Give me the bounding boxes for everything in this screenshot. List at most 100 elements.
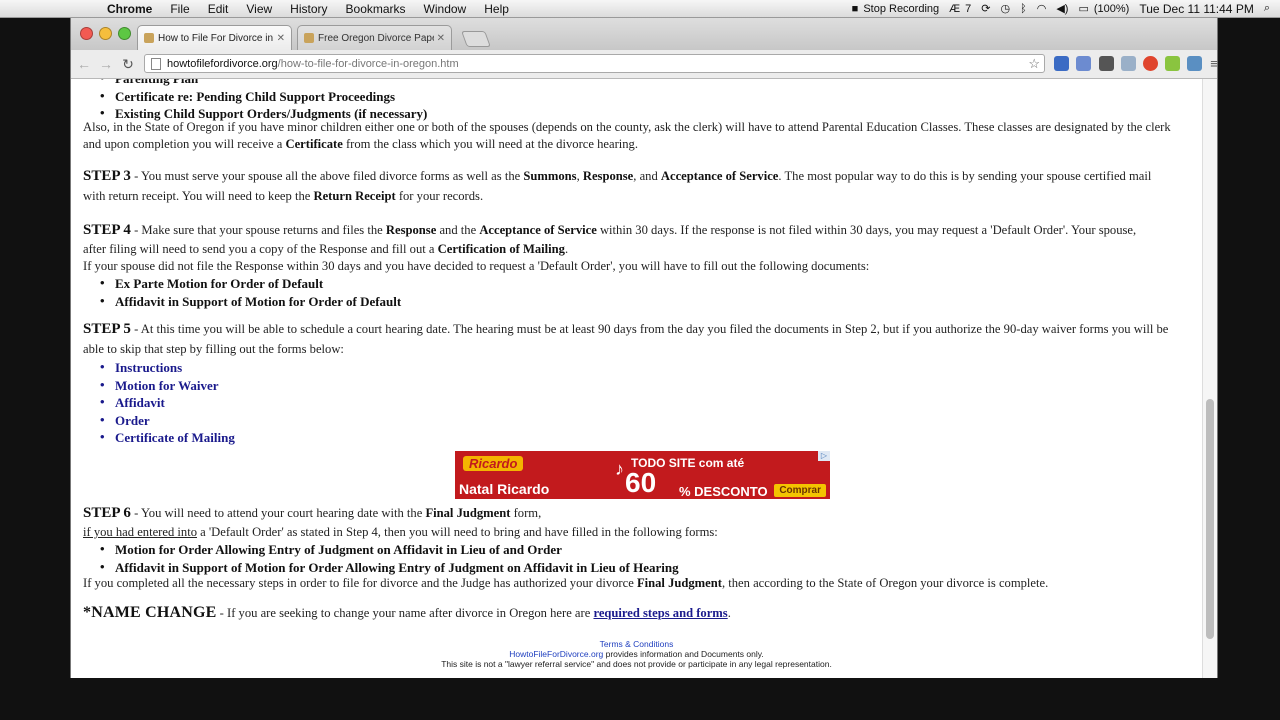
step5-line1: STEP 5 - At this time you will be able t… [83,321,1168,338]
volume-icon[interactable]: ◀) [1051,2,1073,15]
link-instructions[interactable]: Instructions [100,359,235,378]
adchoices-icon[interactable]: ▷ [818,451,830,461]
link-affidavit[interactable]: Affidavit [100,394,235,413]
close-tab-icon[interactable]: ✕ [437,33,445,44]
text: . [564,242,569,256]
menu-history[interactable]: History [281,2,336,16]
window-controls [80,27,131,40]
link-certificate-of-mailing[interactable]: Certificate of Mailing [100,429,235,448]
browser-toolbar: ← → ↻ howtofilefordivorce.org/how-to-fil… [71,50,1218,79]
status-counter[interactable]: 7 [965,3,976,15]
text: If you completed all the necessary steps… [83,576,637,590]
text-underlined: if you had entered into [83,525,198,539]
tab-title: How to File For Divorce in Or [158,32,274,44]
chrome-menu-icon[interactable]: ≡ [1205,56,1223,71]
url-domain: howtofilefordivorce.org [167,57,278,70]
ad-natal-text: Natal Ricardo [459,481,550,497]
extension-screen-icon[interactable] [1121,56,1136,71]
text: and the [436,223,480,237]
list-item: Affidavit in Support of Motion for Order… [100,293,401,312]
terms-link[interactable]: Terms & Conditions [600,639,674,649]
footer-disclaimer: This site is not a "lawyer referral serv… [441,659,832,669]
extension-stumbleupon-icon[interactable] [1143,56,1158,71]
stop-recording-label[interactable]: Stop Recording [863,3,944,15]
address-bar[interactable]: howtofilefordivorce.org/how-to-file-for-… [144,54,1045,73]
oregon-para-line1: Also, in the State of Oregon if you have… [83,120,1171,134]
site-link[interactable]: HowtoFileForDivorce.org [509,649,603,659]
tab-how-to-file[interactable]: How to File For Divorce in Or ✕ [137,25,292,50]
bookmark-star-icon[interactable]: ☆ [1028,56,1040,72]
minimize-window-button[interactable] [99,27,112,40]
step4-line3: If your spouse did not file the Response… [83,259,870,273]
scrollbar-thumb[interactable] [1206,399,1214,639]
extension-image-icon[interactable] [1187,56,1202,71]
ad-buy-button[interactable]: Comprar [774,484,826,497]
mac-menu-bar: Chrome File Edit View History Bookmarks … [0,0,1280,18]
oregon-para-line2: and upon completion you will receive a C… [83,137,638,152]
text: - You must serve your spouse all the abo… [130,169,524,183]
back-icon[interactable]: ← [75,56,93,72]
menu-window[interactable]: Window [415,2,476,16]
text: form, [510,506,542,520]
ad-banner[interactable]: Ricardo Natal Ricardo ♪ TODO SITE com at… [455,451,830,499]
tab-strip: How to File For Divorce in Or ✕ Free Ore… [71,18,1217,50]
tab-free-oregon[interactable]: Free Oregon Divorce Papers ✕ [297,25,452,50]
menu-edit[interactable]: Edit [199,2,238,16]
battery-icon[interactable]: ▭ [1073,2,1093,15]
new-tab-button[interactable] [461,31,491,47]
forward-icon[interactable]: → [97,56,115,72]
battery-percent[interactable]: (100%) [1094,3,1134,15]
link-motion-for-waiver[interactable]: Motion for Waiver [100,377,235,396]
extension-grid-icon[interactable] [1099,56,1114,71]
judgment-forms-list: Motion for Order Allowing Entry of Judgm… [100,541,679,577]
time-machine-icon[interactable]: ◷ [995,2,1015,15]
ad-percent: 60 [625,467,657,498]
menu-help[interactable]: Help [475,2,518,16]
menu-bookmarks[interactable]: Bookmarks [337,2,415,16]
step6-line1: STEP 6 - You will need to attend your co… [83,505,541,522]
step5-heading: STEP 5 [83,321,131,337]
vertical-scrollbar[interactable] [1202,79,1217,678]
close-window-button[interactable] [80,27,93,40]
text: provides information and Documents only. [603,649,764,659]
browser-window: How to File For Divorce in Or ✕ Free Ore… [70,18,1218,678]
list-item: Motion for Order Allowing Entry of Judgm… [100,541,679,560]
text-bold: Return Receipt [313,189,396,203]
step4-line2: after filing will need to send you a cop… [83,242,568,257]
extension-evernote-icon[interactable] [1165,56,1180,71]
page-icon [151,57,161,70]
text: . The most popular way to do this is by … [778,169,1152,183]
wifi-icon[interactable]: ◠ [1032,2,1052,15]
text: , and [633,169,661,183]
extension-user-icon[interactable] [1054,56,1069,71]
step3-line1: STEP 3 - You must serve your spouse all … [83,168,1151,185]
close-tab-icon[interactable]: ✕ [277,33,285,44]
stop-recording-icon[interactable]: ■ [847,3,864,15]
favicon-icon [304,33,314,43]
step3-line2: with return receipt. You will need to ke… [83,189,483,204]
step6-line5: If you completed all the necessary steps… [83,576,1048,591]
status-counter-icon[interactable]: Æ [944,3,965,15]
extension-window-icon[interactable] [1076,56,1091,71]
footer-info: HowtoFileForDivorce.org provides informa… [71,649,1202,659]
text: , then according to the State of Oregon … [721,576,1049,590]
spotlight-icon[interactable]: ⌕ [1259,2,1280,15]
required-steps-link[interactable]: required steps and forms [593,606,727,620]
step5-line2: able to skip that step by filling out th… [83,342,344,356]
text: with return receipt. You will need to ke… [83,189,314,203]
sync-icon[interactable]: ⟳ [976,2,995,15]
bluetooth-icon[interactable]: ᛒ [1015,3,1032,15]
link-order[interactable]: Order [100,412,235,431]
zoom-window-button[interactable] [118,27,131,40]
tab-title: Free Oregon Divorce Papers [318,32,434,44]
text: after filing will need to send you a cop… [83,242,438,256]
menu-app-chrome[interactable]: Chrome [98,2,161,16]
reload-icon[interactable]: ↻ [119,56,137,73]
text: a 'Default Order' as stated in Step 4, t… [197,525,718,539]
list-item: Certificate re: Pending Child Support Pr… [100,88,427,107]
clock[interactable]: Tue Dec 11 11:44 PM [1134,2,1259,16]
text: - You will need to attend your court hea… [130,506,426,520]
name-change-line: *NAME CHANGE - If you are seeking to cha… [83,604,731,622]
menu-view[interactable]: View [237,2,281,16]
menu-file[interactable]: File [161,2,198,16]
